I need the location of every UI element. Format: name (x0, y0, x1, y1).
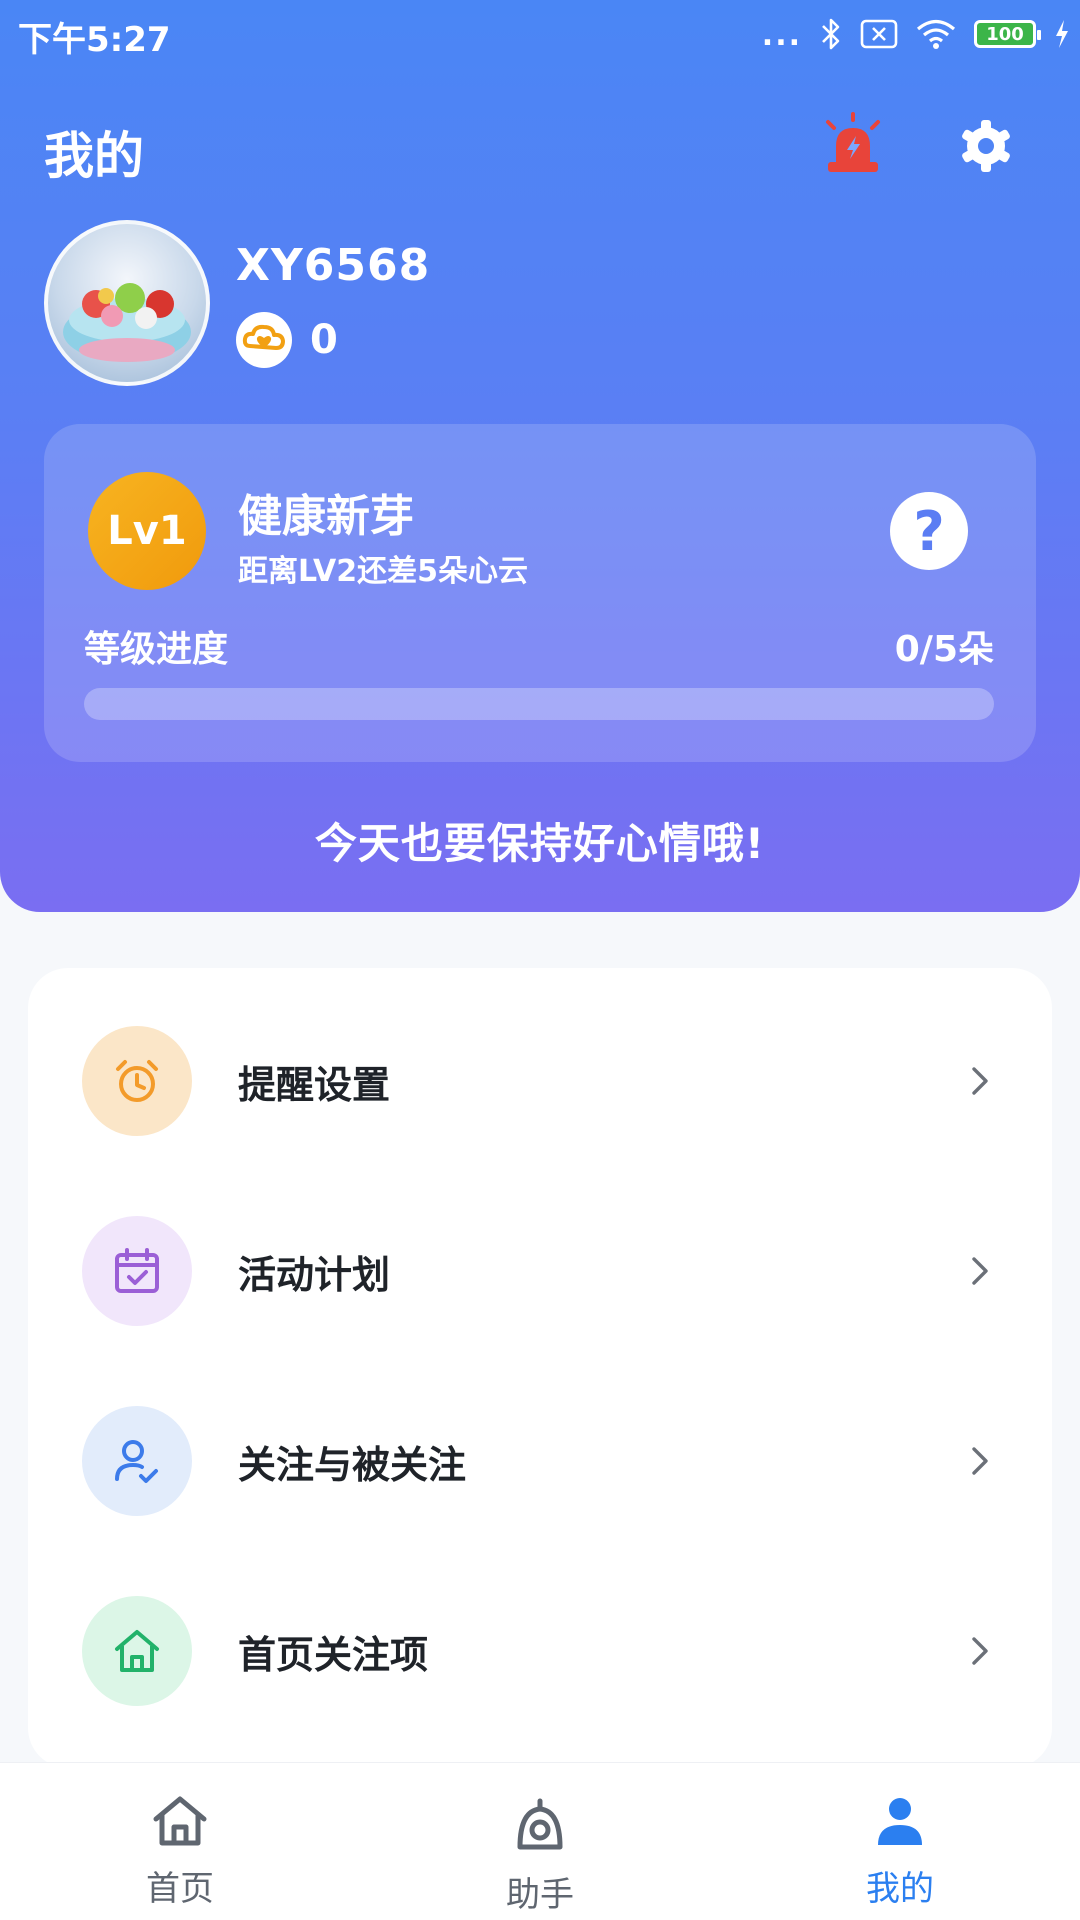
motto-text: 今天也要保持好心情哦! (314, 819, 766, 868)
battery-level: 100 (986, 23, 1024, 45)
progress-value: 0/5朵 (894, 629, 994, 670)
chevron-right-icon (972, 1067, 988, 1095)
bluetooth-icon (822, 18, 840, 50)
level-badge: Lv1 (88, 472, 206, 590)
menu-card: 提醒设置 活动计划 关注与被关注 首页关注项 (28, 968, 1052, 1768)
avatar-photo (63, 283, 191, 362)
menu-label: 首页关注项 (238, 1632, 429, 1677)
nav-label: 我的 (866, 1869, 934, 1909)
nav-tab-home[interactable]: 首页 (0, 1763, 360, 1920)
sim-off-icon (860, 19, 898, 49)
chevron-right-icon (972, 1447, 988, 1475)
heart-cloud-coin-icon (236, 312, 292, 368)
menu-icon-bg (82, 1026, 192, 1136)
coin-count: 0 (310, 317, 338, 363)
coin-balance[interactable]: 0 (236, 312, 338, 368)
chevron-right-icon (972, 1637, 988, 1665)
menu-label: 关注与被关注 (238, 1442, 467, 1487)
status-icons: ... 100 (762, 12, 1070, 56)
level-description: 距离LV2还差5朵心云 (238, 554, 528, 589)
calendar-check-icon (115, 1248, 159, 1293)
home-nav-icon (153, 1796, 207, 1846)
wifi-icon (916, 19, 956, 49)
progress-label: 等级进度 (84, 629, 229, 670)
menu-item-following[interactable]: 关注与被关注 (28, 1366, 1052, 1556)
settings-button[interactable] (958, 118, 1014, 174)
home-icon (115, 1630, 159, 1672)
username: XY6568 (236, 240, 431, 291)
avatar[interactable] (44, 220, 210, 386)
gear-icon (962, 120, 1010, 172)
nav-label: 助手 (506, 1875, 574, 1915)
charging-bolt-icon (1056, 20, 1068, 48)
nav-label: 首页 (146, 1869, 214, 1909)
profile-page: 下午5:27 ... 100 我的 XY6568 0 Lv1 健康新芽 距离LV… (0, 0, 1080, 1920)
emergency-alarm-button[interactable] (822, 112, 884, 176)
question-icon: ? (913, 499, 945, 563)
page-title: 我的 (44, 127, 144, 185)
more-dots-icon: ... (761, 18, 802, 53)
assistant-camera-icon (517, 1798, 563, 1850)
level-name: 健康新芽 (238, 491, 414, 542)
bottom-nav: 首页 助手 我的 (0, 1762, 1080, 1920)
level-card: Lv1 健康新芽 距离LV2还差5朵心云 ? 等级进度 0/5朵 (44, 424, 1036, 762)
status-time: 下午5:27 (18, 20, 171, 60)
menu-item-activity-plan[interactable]: 活动计划 (28, 1176, 1052, 1366)
status-bar: 下午5:27 ... 100 (0, 0, 1080, 68)
menu-label: 活动计划 (238, 1252, 391, 1297)
battery-indicator: 100 (974, 20, 1041, 48)
alarm-light-icon (826, 112, 880, 172)
menu-icon-bg (82, 1406, 192, 1516)
user-follow-icon (115, 1440, 158, 1483)
chevron-right-icon (972, 1257, 988, 1285)
menu-item-reminder-settings[interactable]: 提醒设置 (28, 986, 1052, 1176)
nav-tab-assistant[interactable]: 助手 (360, 1763, 720, 1920)
menu-item-home-focus[interactable]: 首页关注项 (28, 1556, 1052, 1746)
level-help-button[interactable]: ? (890, 492, 968, 570)
alarm-clock-icon (116, 1060, 158, 1102)
level-progress-bar (84, 688, 994, 720)
menu-icon-bg (82, 1596, 192, 1706)
person-icon (878, 1798, 922, 1845)
menu-label: 提醒设置 (238, 1062, 391, 1107)
menu-icon-bg (82, 1216, 192, 1326)
nav-tab-mine[interactable]: 我的 (720, 1763, 1080, 1920)
